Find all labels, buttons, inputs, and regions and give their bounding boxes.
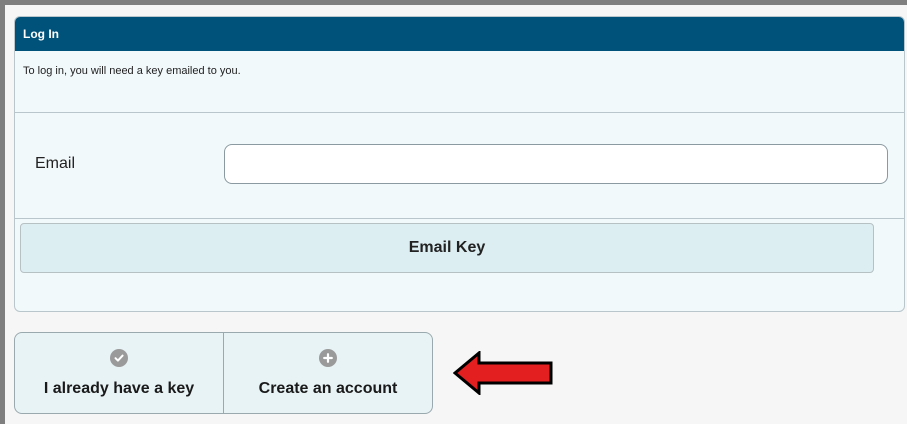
email-input[interactable] [224,144,888,184]
email-key-button[interactable]: Email Key [20,223,874,273]
panel-title: Log In [15,17,904,51]
window-border-top [0,0,907,5]
plus-circle-icon [319,348,337,367]
already-have-key-label: I already have a key [43,379,195,397]
email-row: Email [15,113,904,219]
already-have-key-button[interactable]: I already have a key [15,333,223,413]
login-options: I already have a key Create an account [14,332,433,414]
login-instructions: To log in, you will need a key emailed t… [15,51,904,113]
window-border-left [0,0,5,424]
create-account-label: Create an account [258,379,398,397]
email-label: Email [35,155,76,172]
red-arrow-icon [453,351,553,395]
check-circle-icon [110,348,128,367]
create-account-button[interactable]: Create an account [223,333,432,413]
